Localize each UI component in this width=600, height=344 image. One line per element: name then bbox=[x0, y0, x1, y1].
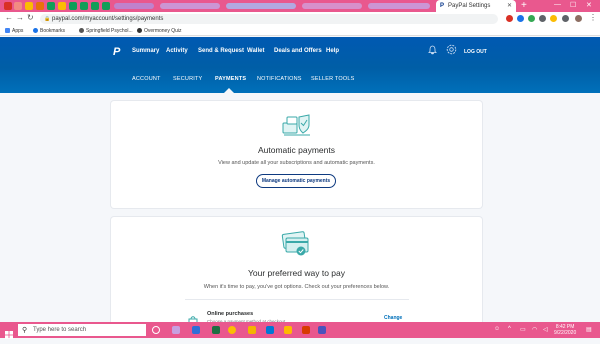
nav-send-request[interactable]: Send & Request bbox=[198, 48, 244, 54]
taskbar-search-input[interactable]: ⚲ Type here to search bbox=[18, 324, 146, 336]
paypal-logo[interactable]: P bbox=[113, 46, 120, 58]
word-icon[interactable] bbox=[192, 326, 200, 334]
clock-date: 9/22/2020 bbox=[554, 330, 577, 336]
tab-icon[interactable] bbox=[36, 2, 44, 10]
change-link[interactable]: Change bbox=[384, 315, 402, 321]
manage-automatic-payments-button[interactable]: Manage automatic payments bbox=[256, 174, 336, 188]
menu-icon[interactable]: ⋮ bbox=[589, 13, 597, 22]
search-icon: ⚲ bbox=[22, 327, 28, 334]
extension-icon[interactable] bbox=[528, 15, 535, 22]
sheets-tab-icon[interactable] bbox=[80, 2, 88, 10]
blurred-tabs[interactable] bbox=[114, 3, 154, 9]
wifi-icon[interactable]: ◠ bbox=[532, 326, 537, 333]
taskbar: ⚲ Type here to search ☺ ^ ▭ ◠ ◁ 8:42 PM … bbox=[0, 322, 600, 339]
cortana-icon[interactable] bbox=[152, 326, 160, 334]
automatic-payments-description: View and update all your subscriptions a… bbox=[218, 160, 375, 166]
nav-help[interactable]: Help bbox=[326, 48, 339, 54]
excel-icon[interactable] bbox=[212, 326, 220, 334]
nav-summary[interactable]: Summary bbox=[132, 48, 159, 54]
url-bar[interactable]: 🔒 paypal.com/myaccount/settings/payments bbox=[40, 14, 498, 24]
bookmark-springfield[interactable]: Springfield Psychol... bbox=[79, 28, 133, 34]
notifications-icon[interactable]: ▤ bbox=[586, 326, 592, 333]
nav-wallet[interactable]: Wallet bbox=[247, 48, 264, 54]
taskbar-search-placeholder: Type here to search bbox=[33, 327, 87, 333]
avatar[interactable] bbox=[575, 15, 582, 22]
lock-icon[interactable]: 🔒 bbox=[44, 16, 50, 22]
quiz-icon bbox=[137, 28, 142, 33]
back-icon[interactable]: ← bbox=[5, 13, 13, 22]
blurred-tabs[interactable] bbox=[302, 3, 362, 9]
automatic-payments-card: Automatic payments View and update all y… bbox=[111, 101, 482, 208]
automatic-payments-illustration bbox=[111, 111, 482, 144]
tab-notifications[interactable]: NOTIFICATIONS bbox=[257, 76, 302, 82]
gear-icon[interactable] bbox=[446, 44, 457, 58]
preferred-pay-description: When it's time to pay, you've got option… bbox=[203, 284, 390, 290]
maximize-icon[interactable]: ☐ bbox=[570, 1, 576, 9]
file-explorer-icon[interactable] bbox=[248, 326, 256, 334]
gmail-tab-icon[interactable] bbox=[4, 2, 12, 10]
tab-icon[interactable] bbox=[58, 2, 66, 10]
forward-icon[interactable]: → bbox=[16, 13, 24, 22]
puzzle-icon[interactable] bbox=[562, 15, 569, 22]
bookmark-quiz[interactable]: Overmoney Quiz bbox=[137, 28, 182, 34]
sheets-tab-icon[interactable] bbox=[91, 2, 99, 10]
task-view-icon[interactable] bbox=[172, 326, 180, 334]
url-text: paypal.com/myaccount/settings/payments bbox=[52, 16, 164, 22]
online-purchases-title: Online purchases bbox=[207, 311, 254, 317]
blurred-tabs[interactable] bbox=[368, 3, 430, 9]
extension-icon[interactable] bbox=[517, 15, 524, 22]
minimize-icon[interactable]: — bbox=[554, 1, 561, 8]
tab-icon[interactable] bbox=[25, 2, 33, 10]
edge-icon[interactable] bbox=[266, 326, 274, 334]
paypal-header: P Summary Activity Send & Request Wallet… bbox=[0, 37, 600, 93]
bookmark-apps[interactable]: Apps bbox=[5, 28, 23, 34]
volume-icon[interactable]: ◁ bbox=[543, 326, 548, 333]
sheets-tab-icon[interactable] bbox=[69, 2, 77, 10]
window-close-icon[interactable]: ✕ bbox=[586, 1, 592, 9]
active-tab-title: PayPal Settings bbox=[448, 3, 491, 9]
active-tab[interactable]: P PayPal Settings ✕ bbox=[436, 0, 516, 12]
paypal-favicon-icon: P bbox=[440, 3, 445, 9]
new-tab-button[interactable]: + bbox=[521, 0, 527, 12]
app-icon[interactable] bbox=[284, 326, 292, 334]
automatic-payments-title: Automatic payments bbox=[257, 145, 335, 155]
blurred-tabs[interactable] bbox=[160, 3, 220, 9]
tab-account[interactable]: ACCOUNT bbox=[132, 76, 161, 82]
tab-icon[interactable] bbox=[14, 2, 22, 10]
blurred-tabs[interactable] bbox=[226, 3, 296, 9]
powerpoint-icon[interactable] bbox=[302, 326, 310, 334]
chevron-up-icon[interactable]: ^ bbox=[508, 326, 511, 332]
sheets-tab-icon[interactable] bbox=[102, 2, 110, 10]
windows-start-icon[interactable] bbox=[5, 326, 13, 344]
reload-icon[interactable]: ↻ bbox=[27, 13, 34, 22]
extension-icon[interactable] bbox=[550, 15, 557, 22]
apps-grid-icon bbox=[5, 28, 10, 33]
browser-tab-strip: P PayPal Settings ✕ + — ☐ ✕ bbox=[0, 0, 600, 12]
star-icon bbox=[33, 28, 38, 33]
bookmark-bookmarks[interactable]: Bookmarks bbox=[33, 28, 65, 34]
globe-icon bbox=[79, 28, 84, 33]
chrome-icon[interactable] bbox=[228, 326, 236, 334]
preferred-pay-title: Your preferred way to pay bbox=[247, 268, 346, 278]
bookmarks-bar: Apps Bookmarks Springfield Psychol... Ov… bbox=[0, 26, 600, 36]
tab-icon[interactable] bbox=[47, 2, 55, 10]
tab-security[interactable]: SECURITY bbox=[173, 76, 202, 82]
teams-icon[interactable] bbox=[318, 326, 326, 334]
nav-activity[interactable]: Activity bbox=[166, 48, 188, 54]
nav-deals-offers[interactable]: Deals and Offers bbox=[274, 48, 322, 54]
logout-link[interactable]: LOG OUT bbox=[464, 49, 487, 55]
battery-icon[interactable]: ▭ bbox=[520, 326, 526, 333]
cards-illustration bbox=[111, 229, 482, 264]
close-tab-icon[interactable]: ✕ bbox=[507, 2, 512, 9]
extension-icon[interactable] bbox=[539, 15, 546, 22]
active-tab-caret bbox=[224, 88, 234, 93]
preferred-pay-card: Your preferred way to pay When it's time… bbox=[111, 217, 482, 327]
divider bbox=[185, 299, 409, 300]
extension-icon[interactable] bbox=[506, 15, 513, 22]
people-icon[interactable]: ☺ bbox=[494, 326, 500, 332]
system-clock[interactable]: 8:42 PM 9/22/2020 bbox=[554, 324, 576, 336]
bell-icon[interactable] bbox=[428, 45, 437, 57]
tab-seller-tools[interactable]: SELLER TOOLS bbox=[311, 76, 354, 82]
tab-payments[interactable]: PAYMENTS bbox=[215, 76, 246, 82]
